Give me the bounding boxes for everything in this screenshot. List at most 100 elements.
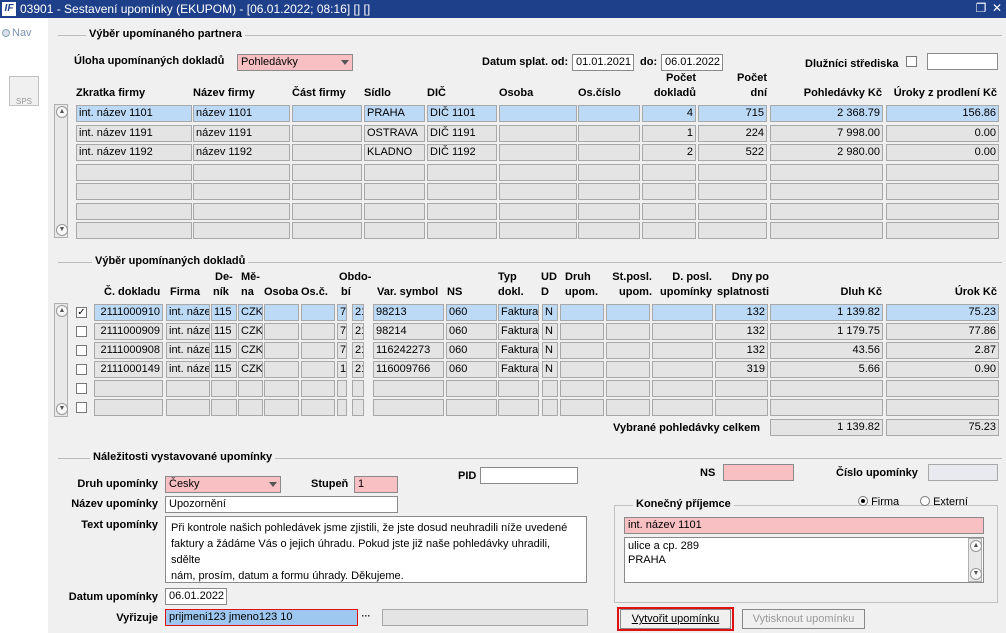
datum-upominky-input[interactable]: 06.01.2022: [165, 588, 227, 605]
doklad-cell-osoba[interactable]: [264, 380, 299, 397]
doklad-cell-typ[interactable]: [498, 380, 539, 397]
doklad-cell-typ[interactable]: Faktura: [498, 304, 539, 321]
partner-cell-pocet[interactable]: 1: [642, 124, 696, 142]
partner-cell-oscislo[interactable]: [578, 105, 640, 122]
doklad-cell-dny[interactable]: [715, 380, 768, 397]
doklad-cell-ob1[interactable]: 7: [337, 304, 347, 321]
partner-cell-sidlo[interactable]: [364, 163, 425, 181]
doklad-cell-dluh[interactable]: [770, 399, 883, 416]
partner-cell-pocet[interactable]: 4: [642, 105, 696, 122]
row-checkbox[interactable]: [76, 402, 87, 413]
stupen-input[interactable]: 1: [354, 476, 398, 493]
partner-cell-pocet[interactable]: [642, 222, 696, 239]
vytisknout-button[interactable]: Vytisknout upomínku: [742, 609, 865, 629]
doklad-cell-denik[interactable]: 115: [211, 323, 237, 340]
doklad-cell-osc[interactable]: [301, 361, 335, 378]
doklad-cell-firma[interactable]: int. náze: [166, 361, 210, 378]
partner-cell-pocet[interactable]: 2: [642, 144, 696, 161]
radio-firma[interactable]: Firma: [858, 496, 899, 508]
text-upominky[interactable]: Při kontrole našich pohledávek jsme zjis…: [165, 516, 587, 583]
doklad-cell-stposl[interactable]: [606, 323, 650, 340]
partner-cell-pocet[interactable]: [642, 163, 696, 181]
doklad-cell-stposl[interactable]: [606, 361, 650, 378]
partner-cell-nazev[interactable]: název 1192: [193, 144, 290, 161]
uloha-select[interactable]: Pohledávky: [237, 54, 353, 71]
doklad-cell-osc[interactable]: [301, 380, 335, 397]
partner-cell-dni[interactable]: 224: [698, 124, 767, 142]
scroll-down-icon[interactable]: ▼: [56, 224, 68, 236]
doklad-cell-typ[interactable]: Faktura: [498, 342, 539, 359]
radio-externi[interactable]: Externí: [920, 496, 968, 508]
doklad-cell-osc[interactable]: [301, 342, 335, 359]
doklad-cell-dluh[interactable]: 43.56: [770, 342, 883, 359]
partner-cell-nazev[interactable]: [193, 163, 290, 181]
partner-cell-osoba[interactable]: [499, 183, 577, 200]
doklad-cell-firma[interactable]: int. náze: [166, 323, 210, 340]
doklad-cell-druh[interactable]: [560, 323, 604, 340]
doklad-cell-ob1[interactable]: 7: [337, 342, 347, 359]
partner-cell-dic[interactable]: [427, 183, 497, 200]
doklad-cell-varsym[interactable]: 98214: [373, 323, 444, 340]
doklad-cell-mena[interactable]: CZK: [238, 323, 263, 340]
partner-cell-osoba[interactable]: [499, 222, 577, 239]
doklad-cell-ud[interactable]: N: [542, 342, 558, 359]
partner-cell-zkratka[interactable]: int. název 1192: [76, 144, 192, 161]
partner-cell-dni[interactable]: 522: [698, 144, 767, 161]
doklad-cell-varsym[interactable]: 98213: [373, 304, 444, 321]
partner-cell-sidlo[interactable]: [364, 202, 425, 220]
nazev-input[interactable]: Upozornění: [165, 496, 398, 513]
nav-toggle[interactable]: Nav: [2, 27, 32, 39]
doklad-cell-dposl[interactable]: [652, 342, 713, 359]
doklad-cell-urok[interactable]: [886, 399, 999, 416]
partner-cell-oscislo[interactable]: [578, 222, 640, 239]
vyrizuje-input[interactable]: prijmeni123 jmeno123 10: [165, 609, 358, 626]
partner-cell-pohl[interactable]: [770, 222, 883, 239]
partner-cell-uroky[interactable]: [886, 183, 999, 200]
prijemce-name[interactable]: int. název 1101: [624, 517, 984, 534]
partner-cell-cast[interactable]: [292, 183, 362, 200]
doklad-cell-dposl[interactable]: [652, 304, 713, 321]
doklad-cell-ob2[interactable]: 21: [352, 342, 364, 359]
ns-input[interactable]: [723, 464, 794, 481]
partner-cell-uroky[interactable]: [886, 163, 999, 181]
doklad-cell-ns[interactable]: 060: [446, 342, 497, 359]
doklad-cell-druh[interactable]: [560, 399, 604, 416]
doklad-cell-ob2[interactable]: 21: [352, 304, 364, 321]
partner-cell-pohl[interactable]: [770, 163, 883, 181]
partner-cell-zkratka[interactable]: [76, 222, 192, 239]
doklad-cell-mena[interactable]: CZK: [238, 361, 263, 378]
doklad-cell-ob2[interactable]: [352, 399, 364, 416]
partner-cell-oscislo[interactable]: [578, 183, 640, 200]
partner-cell-nazev[interactable]: název 1101: [193, 105, 290, 122]
partner-cell-nazev[interactable]: [193, 183, 290, 200]
doklad-cell-ob2[interactable]: [352, 380, 364, 397]
doklad-cell-denik[interactable]: 115: [211, 304, 237, 321]
sps-button[interactable]: SPS: [9, 76, 39, 106]
doklad-cell-stposl[interactable]: [606, 399, 650, 416]
doklad-cell-mena[interactable]: CZK: [238, 342, 263, 359]
doklad-cell-typ[interactable]: Faktura: [498, 361, 539, 378]
partner-cell-uroky[interactable]: [886, 202, 999, 220]
partner-cell-pohl[interactable]: 2 980.00: [770, 144, 883, 161]
partner-cell-osoba[interactable]: [499, 124, 577, 142]
doklad-cell-stposl[interactable]: [606, 304, 650, 321]
cislo-input[interactable]: [928, 464, 998, 481]
doklad-cell-dluh[interactable]: [770, 380, 883, 397]
doklad-cell-dposl[interactable]: [652, 399, 713, 416]
vytvorit-button[interactable]: Vytvořit upomínku: [620, 609, 731, 629]
partner-cell-pohl[interactable]: 2 368.79: [770, 105, 883, 122]
doklad-cell-ns[interactable]: 060: [446, 361, 497, 378]
doklad-cell-mena[interactable]: CZK: [238, 304, 263, 321]
doklad-cell-denik[interactable]: 115: [211, 342, 237, 359]
partner-cell-nazev[interactable]: [193, 202, 290, 220]
partner-cell-dic[interactable]: DIČ 1191: [427, 124, 497, 142]
address-scrollbar[interactable]: ▲ ▼: [968, 538, 982, 582]
datum-od-input[interactable]: 01.01.2021: [572, 54, 634, 71]
doklad-cell-typ[interactable]: [498, 399, 539, 416]
doklad-cell-ud[interactable]: N: [542, 304, 558, 321]
partner-cell-nazev[interactable]: název 1191: [193, 124, 290, 142]
partner-cell-dic[interactable]: [427, 202, 497, 220]
doklad-cell-dny[interactable]: [715, 399, 768, 416]
doklad-cell-doklad[interactable]: [94, 380, 163, 397]
doklad-cell-varsym[interactable]: [373, 399, 444, 416]
